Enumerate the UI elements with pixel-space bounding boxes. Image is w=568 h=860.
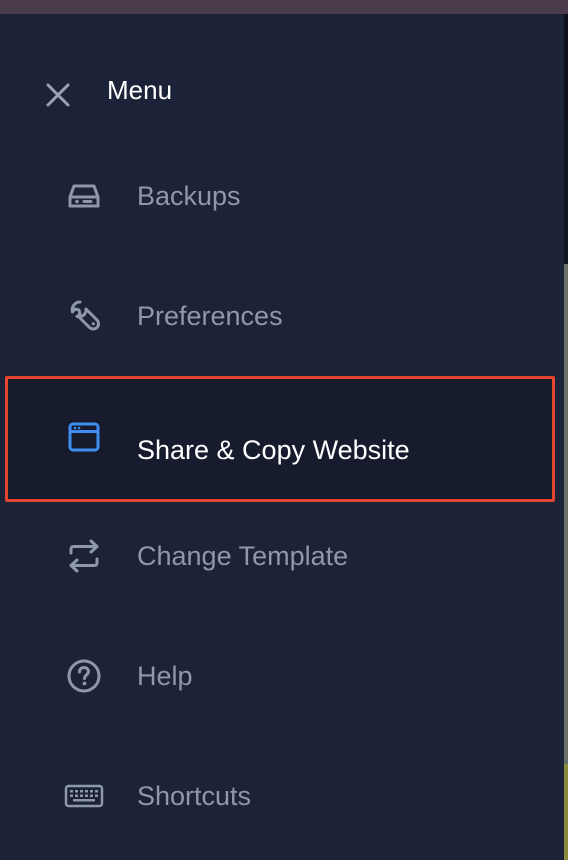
menu-title: Menu xyxy=(107,75,173,105)
close-icon xyxy=(46,83,70,107)
menu-item-share-copy-website[interactable]: Share & Copy Website xyxy=(0,373,564,502)
swap-arrows-icon xyxy=(62,538,106,574)
menu-item-backups[interactable]: Backups xyxy=(0,136,564,256)
menu-item-label: Share & Copy Website xyxy=(137,435,410,465)
top-strip xyxy=(0,0,568,14)
help-circle-icon xyxy=(62,658,106,694)
menu-item-help[interactable]: Help xyxy=(0,616,564,736)
keyboard-icon xyxy=(62,778,106,814)
menu-item-label: Shortcuts xyxy=(137,781,252,811)
browser-window-icon xyxy=(62,419,106,455)
menu-item-label: Help xyxy=(137,661,193,691)
close-button[interactable] xyxy=(38,75,78,115)
menu-item-label: Backups xyxy=(137,181,241,211)
menu-item-preferences[interactable]: Preferences xyxy=(0,256,564,376)
menu-item-label: Change Template xyxy=(137,541,349,571)
menu-item-shortcuts[interactable]: Shortcuts xyxy=(0,736,564,856)
menu-item-label: Preferences xyxy=(137,301,283,331)
wrench-icon xyxy=(62,298,106,334)
window-edge xyxy=(564,14,568,860)
menu-panel: Menu Backups Preferences Share & Copy We… xyxy=(0,14,564,860)
menu-item-change-template[interactable]: Change Template xyxy=(0,496,564,616)
drive-icon xyxy=(62,178,106,214)
